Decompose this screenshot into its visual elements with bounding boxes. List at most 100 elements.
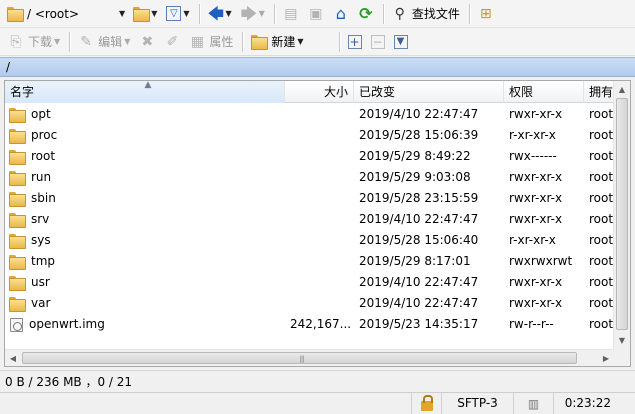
table-row[interactable]: openwrt.img 242,167... 2019/5/23 14:35:17 r… — [5, 314, 625, 335]
file-modified: 2019/5/28 15:06:39 — [359, 128, 479, 142]
file-name-cell: run — [5, 167, 285, 188]
scroll-down-icon[interactable]: ▼ — [614, 332, 630, 349]
horizontal-scroll-thumb[interactable]: ||| — [22, 352, 577, 364]
forward-button[interactable]: 🡆 ▼ — [237, 3, 269, 25]
properties-icon: ▦ — [190, 33, 204, 50]
file-modified: 2019/5/29 8:17:01 — [359, 254, 471, 268]
file-size: 242,167... — [290, 317, 352, 331]
unselect-all-button[interactable]: − — [367, 31, 389, 53]
file-size — [285, 272, 354, 293]
file-size — [285, 209, 354, 230]
parent-directory-button[interactable]: ▤ — [279, 3, 303, 25]
chevron-down-icon[interactable]: ▼ — [259, 9, 265, 18]
folder-icon — [9, 255, 26, 270]
file-permissions: rwxr-xr-x — [509, 296, 563, 310]
toolbar-separator — [242, 31, 244, 52]
file-permissions: rwxr-xr-x — [509, 191, 563, 205]
table-row[interactable]: usr 2019/4/10 22:47:47 rwxr-xr-x root — [5, 272, 625, 293]
file-modified: 2019/4/10 22:47:47 — [359, 275, 479, 289]
selection-status: 0 B / 236 MB ，0 / 21 — [0, 370, 635, 392]
file-name: sys — [31, 233, 51, 247]
edit-button[interactable]: ✎ 编辑 ▼ — [74, 31, 134, 53]
folder-icon — [9, 276, 26, 291]
folder-icon — [9, 129, 26, 144]
file-permissions: r-xr-xr-x — [509, 233, 556, 247]
filter-button[interactable]: ▽ ▼ — [162, 3, 193, 25]
chevron-down-icon[interactable]: ▼ — [297, 37, 303, 46]
chevron-down-icon[interactable]: ▼ — [226, 9, 232, 18]
file-modified: 2019/5/23 14:35:17 — [359, 317, 479, 331]
table-row[interactable]: proc 2019/5/28 15:06:39 r-xr-xr-x root — [5, 125, 625, 146]
table-row[interactable]: var 2019/4/10 22:47:47 rwxr-xr-x root — [5, 293, 625, 314]
table-row[interactable]: opt 2019/4/10 22:47:47 rwxr-xr-x root — [5, 104, 625, 125]
file-name-cell: srv — [5, 209, 285, 230]
download-button[interactable]: ⎘ 下载 ▼ — [4, 31, 64, 53]
scroll-up-icon[interactable]: ▲ — [614, 81, 630, 98]
table-row[interactable]: run 2019/5/29 9:03:08 rwxr-xr-x root — [5, 167, 625, 188]
binoculars-icon: ⚲ — [394, 5, 405, 22]
file-modified: 2019/5/28 15:06:40 — [359, 233, 479, 247]
properties-button[interactable]: ▦ 属性 — [185, 31, 237, 53]
invert-selection-button[interactable]: ▼ — [390, 31, 412, 53]
folder-icon — [9, 171, 26, 186]
file-name-cell: tmp — [5, 251, 285, 272]
home-icon: ⌂ — [335, 3, 346, 23]
arrow-right-icon: 🡆 — [240, 3, 258, 23]
file-modified: 2019/5/29 9:03:08 — [359, 170, 471, 184]
folder-icon — [7, 7, 24, 22]
file-list[interactable]: ▲ 名字 大小 已改变 权限 拥有 opt 2019/4/10 22:47:47 r… — [4, 80, 631, 367]
file-permissions: rw-r--r-- — [509, 317, 554, 331]
root-folder-icon: ▣ — [309, 5, 323, 22]
vertical-scrollbar[interactable]: ▲ ▼ — [613, 81, 630, 349]
toolbar-separator — [338, 31, 340, 52]
table-row[interactable]: sbin 2019/5/28 23:15:59 rwxr-xr-x root — [5, 188, 625, 209]
table-row[interactable]: tmp 2019/5/29 8:17:01 rwxrwxrwt root — [5, 251, 625, 272]
open-directory-button[interactable]: ▼ — [129, 3, 161, 25]
table-row[interactable]: sys 2019/5/28 15:06:40 r-xr-xr-x root — [5, 230, 625, 251]
delete-icon: ✖ — [141, 33, 154, 50]
table-row[interactable]: root 2019/5/29 8:49:22 rwx------ root — [5, 146, 625, 167]
new-button[interactable]: 新建 ▼ — [247, 31, 307, 53]
refresh-button[interactable]: ⟳ — [354, 3, 378, 25]
chevron-down-icon[interactable]: ▼ — [124, 37, 130, 46]
chevron-down-icon[interactable]: ▼ — [54, 37, 60, 46]
toolbar-separator — [198, 3, 200, 24]
find-files-button[interactable]: ⚲ 查找文件 — [388, 3, 464, 25]
column-header-permissions[interactable]: 权限 — [504, 81, 584, 103]
horizontal-scrollbar[interactable]: ◀ ||| ▶ — [5, 349, 614, 366]
scroll-left-icon[interactable]: ◀ — [5, 350, 21, 366]
current-path-bar: / — [0, 57, 635, 77]
plus-box-icon: + — [347, 34, 362, 49]
column-header-name[interactable]: ▲ 名字 — [5, 81, 285, 103]
file-size — [285, 146, 354, 167]
chevron-down-icon[interactable]: ▼ — [183, 9, 189, 18]
home-directory-button[interactable]: ⌂ — [329, 3, 353, 25]
chevron-down-icon[interactable]: ▼ — [119, 9, 125, 18]
file-rows: opt 2019/4/10 22:47:47 rwxr-xr-x root proc 20… — [5, 104, 625, 335]
root-directory-button[interactable]: ▣ — [304, 3, 328, 25]
table-row[interactable]: srv 2019/4/10 22:47:47 rwxr-xr-x root — [5, 209, 625, 230]
path-combo[interactable]: / <root> ▼ — [4, 4, 129, 24]
tree-view-button[interactable]: ⊞ — [474, 3, 498, 25]
file-size — [285, 167, 354, 188]
vertical-scroll-thumb[interactable] — [616, 98, 628, 330]
chevron-down-icon[interactable]: ▼ — [151, 9, 157, 18]
rename-button[interactable]: ✐ — [160, 31, 184, 53]
delete-button[interactable]: ✖ — [135, 31, 159, 53]
filter-box-icon: ▼ — [393, 34, 408, 49]
file-name-cell: root — [5, 146, 285, 167]
column-header-modified[interactable]: 已改变 — [354, 81, 504, 103]
toolbar-separator — [468, 3, 470, 24]
file-modified: 2019/4/10 22:47:47 — [359, 212, 479, 226]
file-name-cell: opt — [5, 104, 285, 125]
new-folder-icon — [251, 35, 269, 50]
file-name: proc — [31, 128, 58, 142]
edit-label: 编辑 — [98, 35, 123, 49]
file-actions-toolbar: ⎘ 下载 ▼ ✎ 编辑 ▼ ✖ ✐ ▦ 属性 新建 ▼ + − ▼ — [0, 28, 635, 56]
select-all-button[interactable]: + — [344, 31, 366, 53]
column-header-size[interactable]: 大小 — [285, 81, 354, 103]
file-name-cell: sbin — [5, 188, 285, 209]
back-button[interactable]: 🡄 ▼ — [204, 3, 236, 25]
scroll-right-icon[interactable]: ▶ — [598, 350, 614, 366]
file-name-cell: var — [5, 293, 285, 314]
